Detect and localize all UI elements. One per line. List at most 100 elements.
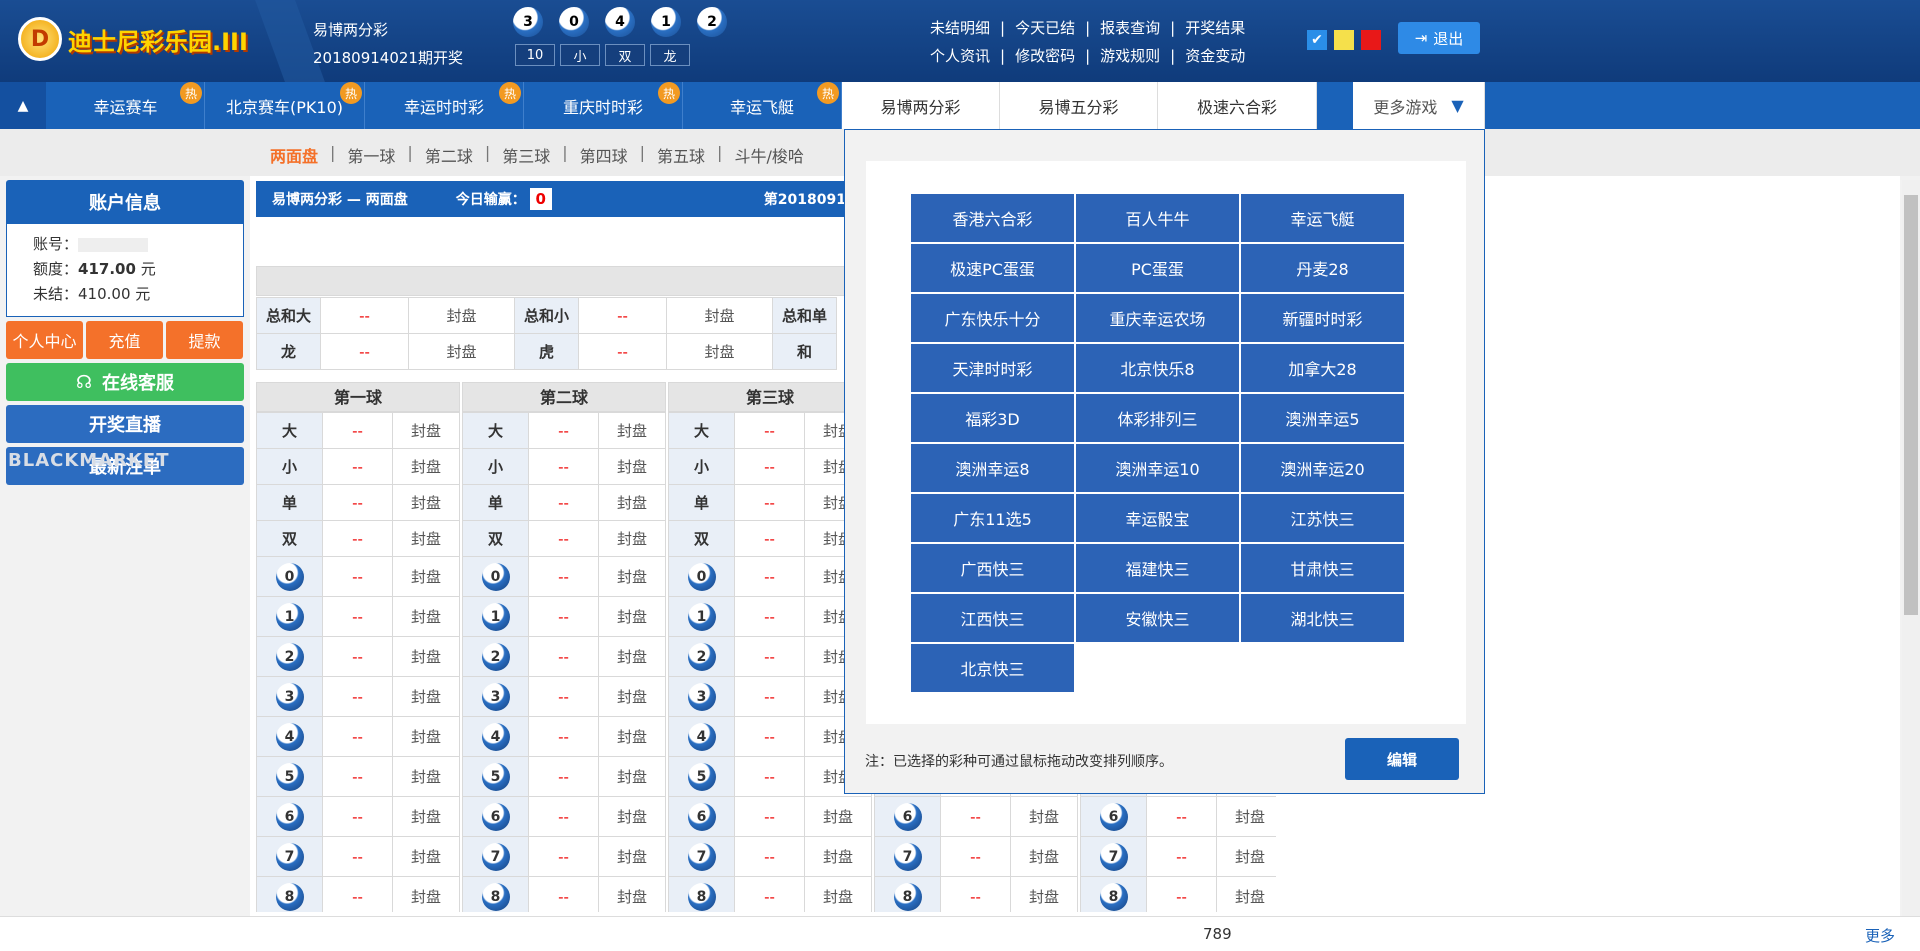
- subnav-ball-5[interactable]: 第五球: [657, 143, 705, 167]
- cell-odds[interactable]: --: [528, 412, 599, 449]
- cell-odds[interactable]: --: [734, 484, 805, 521]
- dropdown-game-button[interactable]: 广西快三: [911, 544, 1074, 592]
- scrollbar-thumb[interactable]: [1904, 195, 1918, 615]
- personal-center-button[interactable]: 个人中心: [6, 321, 83, 359]
- dropdown-game-button[interactable]: 澳洲幸运10: [1076, 444, 1239, 492]
- dropdown-game-button[interactable]: 广东11选5: [911, 494, 1074, 542]
- dropdown-game-button[interactable]: 极速PC蛋蛋: [911, 244, 1074, 292]
- live-draw-button[interactable]: 开奖直播: [6, 405, 244, 443]
- link-profile[interactable]: 个人资讯: [930, 42, 990, 70]
- cell-odds[interactable]: --: [734, 716, 805, 757]
- dropdown-game-button[interactable]: 广东快乐十分: [911, 294, 1074, 342]
- cell-odds[interactable]: --: [940, 876, 1011, 912]
- cell-odds[interactable]: --: [322, 484, 393, 521]
- subnav-ball-2[interactable]: 第二球: [425, 143, 473, 167]
- logo[interactable]: D 迪士尼彩乐园.III: [18, 14, 258, 64]
- dropdown-game-button[interactable]: 幸运骰宝: [1076, 494, 1239, 542]
- cell-odds[interactable]: --: [528, 484, 599, 521]
- cell-odds[interactable]: --: [940, 796, 1011, 837]
- customer-service-button[interactable]: ☊ 在线客服: [6, 363, 244, 401]
- theme-yellow-button[interactable]: [1334, 30, 1354, 50]
- cell-odds[interactable]: --: [528, 796, 599, 837]
- cell-odds[interactable]: --: [734, 676, 805, 717]
- dropdown-game-button[interactable]: 加拿大28: [1241, 344, 1404, 392]
- cell-odds[interactable]: --: [578, 297, 667, 334]
- dropdown-game-button[interactable]: 幸运飞艇: [1241, 194, 1404, 242]
- cell-odds[interactable]: --: [734, 412, 805, 449]
- cell-odds[interactable]: --: [322, 636, 393, 677]
- cell-odds[interactable]: --: [322, 796, 393, 837]
- cell-odds[interactable]: --: [322, 412, 393, 449]
- link-fund-changes[interactable]: 资金变动: [1185, 42, 1245, 70]
- subnav-ball-4[interactable]: 第四球: [580, 143, 628, 167]
- collapse-nav-button[interactable]: ▲: [0, 82, 46, 129]
- cell-odds[interactable]: --: [528, 520, 599, 557]
- logout-button[interactable]: ⇥ 退出: [1398, 22, 1480, 54]
- cell-odds[interactable]: --: [734, 636, 805, 677]
- nav-item-lucky-racing[interactable]: 幸运赛车 热: [47, 82, 205, 129]
- cell-odds[interactable]: --: [322, 836, 393, 877]
- cell-odds[interactable]: --: [528, 448, 599, 485]
- theme-red-button[interactable]: [1361, 30, 1381, 50]
- cell-odds[interactable]: --: [322, 876, 393, 912]
- dropdown-game-button[interactable]: 北京快三: [911, 644, 1074, 692]
- cell-odds[interactable]: --: [322, 556, 393, 597]
- withdraw-button[interactable]: 提款: [166, 321, 243, 359]
- dropdown-game-button[interactable]: 福彩3D: [911, 394, 1074, 442]
- dropdown-game-button[interactable]: 香港六合彩: [911, 194, 1074, 242]
- cell-odds[interactable]: --: [322, 756, 393, 797]
- cell-odds[interactable]: --: [528, 676, 599, 717]
- subnav-both-sides[interactable]: 两面盘: [270, 143, 318, 167]
- cell-odds[interactable]: --: [322, 716, 393, 757]
- cell-odds[interactable]: --: [734, 756, 805, 797]
- cell-odds[interactable]: --: [1146, 876, 1217, 912]
- cell-odds[interactable]: --: [528, 556, 599, 597]
- cell-odds[interactable]: --: [734, 836, 805, 877]
- footer-more-link[interactable]: 更多: [1865, 925, 1895, 946]
- cell-odds[interactable]: --: [322, 676, 393, 717]
- deposit-button[interactable]: 充值: [86, 321, 163, 359]
- cell-odds[interactable]: --: [528, 836, 599, 877]
- dropdown-game-button[interactable]: 体彩排列三: [1076, 394, 1239, 442]
- cell-odds[interactable]: --: [528, 596, 599, 637]
- dropdown-game-button[interactable]: 安徽快三: [1076, 594, 1239, 642]
- nav-item-lucky-ssc[interactable]: 幸运时时彩热: [365, 82, 524, 129]
- dropdown-game-button[interactable]: 澳洲幸运20: [1241, 444, 1404, 492]
- theme-blue-checkbox[interactable]: ✔: [1307, 30, 1327, 50]
- more-games-button[interactable]: 更多游戏 ▼: [1353, 82, 1485, 129]
- cell-odds[interactable]: --: [734, 596, 805, 637]
- dropdown-game-button[interactable]: 天津时时彩: [911, 344, 1074, 392]
- link-settled-today[interactable]: 今天已结: [1015, 14, 1075, 42]
- dropdown-game-button[interactable]: 甘肃快三: [1241, 544, 1404, 592]
- nav-item-yibo-5min[interactable]: 易博五分彩: [1000, 82, 1158, 129]
- cell-odds[interactable]: --: [1146, 836, 1217, 877]
- nav-item-speed-mark-six[interactable]: 极速六合彩: [1158, 82, 1317, 129]
- cell-odds[interactable]: --: [322, 596, 393, 637]
- cell-odds[interactable]: --: [734, 796, 805, 837]
- link-draw-results[interactable]: 开奖结果: [1185, 14, 1245, 42]
- cell-odds[interactable]: --: [528, 636, 599, 677]
- link-change-password[interactable]: 修改密码: [1015, 42, 1075, 70]
- dropdown-game-button[interactable]: 湖北快三: [1241, 594, 1404, 642]
- dropdown-game-button[interactable]: 澳洲幸运8: [911, 444, 1074, 492]
- cell-odds[interactable]: --: [734, 556, 805, 597]
- cell-odds[interactable]: --: [528, 716, 599, 757]
- cell-odds[interactable]: --: [940, 836, 1011, 877]
- cell-odds[interactable]: --: [322, 520, 393, 557]
- subnav-ball-1[interactable]: 第一球: [347, 143, 395, 167]
- nav-item-lucky-boat[interactable]: 幸运飞艇 热: [683, 82, 842, 129]
- dropdown-game-button[interactable]: 丹麦28: [1241, 244, 1404, 292]
- dropdown-game-button[interactable]: 新疆时时彩: [1241, 294, 1404, 342]
- dropdown-game-button[interactable]: 江西快三: [911, 594, 1074, 642]
- dropdown-game-button[interactable]: 江苏快三: [1241, 494, 1404, 542]
- scrollbar[interactable]: [1902, 180, 1920, 916]
- cell-odds[interactable]: --: [322, 448, 393, 485]
- cell-odds[interactable]: --: [528, 876, 599, 912]
- edit-button[interactable]: 编辑: [1345, 738, 1459, 780]
- cell-odds[interactable]: --: [734, 448, 805, 485]
- link-game-rules[interactable]: 游戏规则: [1100, 42, 1160, 70]
- link-reports[interactable]: 报表查询: [1100, 14, 1160, 42]
- dropdown-game-button[interactable]: 重庆幸运农场: [1076, 294, 1239, 342]
- cell-odds[interactable]: --: [734, 876, 805, 912]
- nav-item-yibo-2min[interactable]: 易博两分彩: [842, 82, 1000, 129]
